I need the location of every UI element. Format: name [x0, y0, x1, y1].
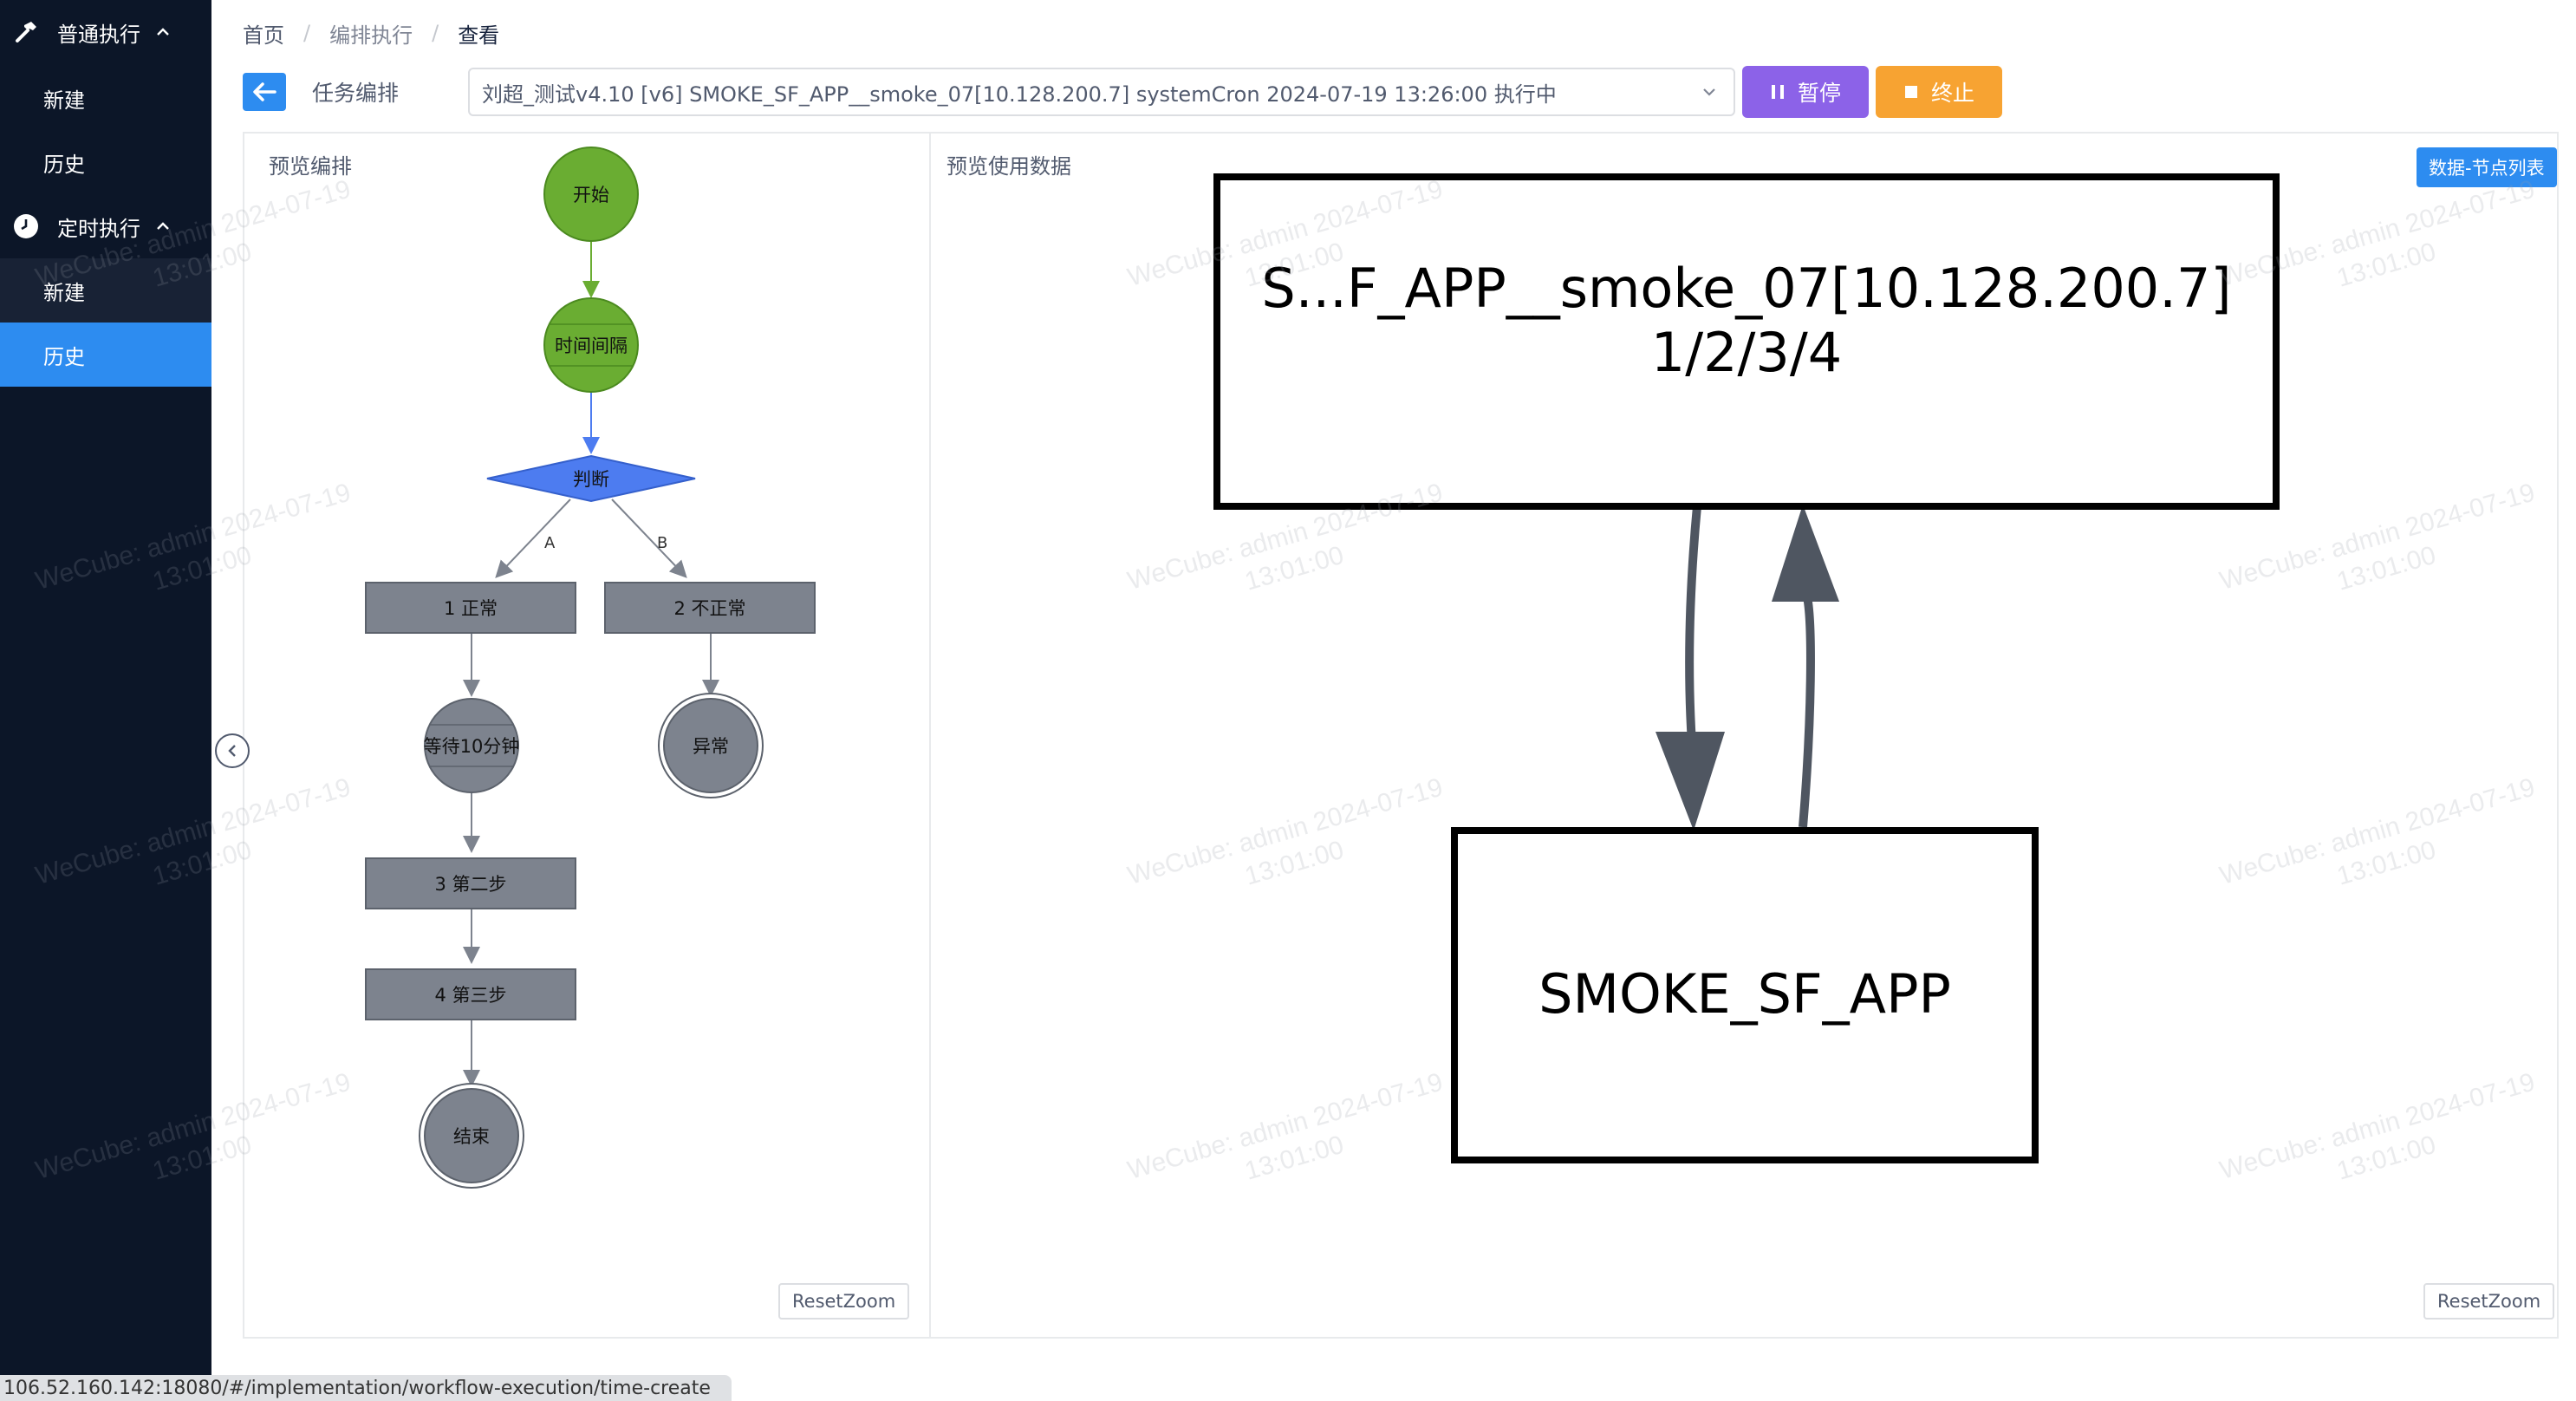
pause-button-label: 暂停: [1797, 81, 1841, 106]
flow-node-task1[interactable]: 1 正常: [365, 582, 576, 634]
sidebar-item-label: 历史: [43, 344, 85, 369]
pause-icon: [1771, 85, 1784, 99]
flow-node-error-end[interactable]: 异常: [658, 693, 764, 798]
task-orchestration-label: 任务编排: [312, 81, 400, 106]
stop-button[interactable]: 终止: [1876, 66, 2002, 118]
right-reset-zoom-button[interactable]: ResetZoom: [2423, 1283, 2555, 1320]
sidebar-item-normal-new[interactable]: 新建: [0, 66, 211, 130]
flow-node-end[interactable]: 结束: [419, 1083, 524, 1189]
breadcrumb-separator: /: [303, 21, 311, 45]
app-page: 普通执行 新建 历史 定时执行 新建 历史 首页 / 编排执行 / 查看 任务编…: [0, 0, 2576, 1401]
back-button[interactable]: [243, 73, 286, 111]
sidebar-item-label: 新建: [43, 280, 85, 305]
graph-node-instance[interactable]: S...F_APP__smoke_07[10.128.200.7] 1/2/3/…: [1213, 173, 2280, 510]
clock-icon: [14, 214, 38, 238]
flow-node-start[interactable]: 开始: [543, 147, 639, 242]
sidebar-item-timed-history[interactable]: 历史: [0, 323, 211, 387]
breadcrumb-separator: /: [432, 21, 439, 45]
chevron-up-icon: [157, 222, 169, 230]
chevron-left-icon: [228, 745, 236, 757]
left-reset-zoom-button[interactable]: ResetZoom: [778, 1283, 910, 1320]
flow-node-task2[interactable]: 2 不正常: [604, 582, 816, 634]
breadcrumb-current: 查看: [458, 23, 500, 48]
graph-node-label: 1/2/3/4: [1651, 321, 1842, 384]
flow-node-wait[interactable]: 等待10分钟: [424, 698, 520, 793]
graph-arrowhead-down: [1656, 732, 1725, 831]
flow-diagram[interactable]: A B 开始 时间间隔 判断 1 正常 2 不正常 等待10分钟 异常 3 第二…: [244, 134, 929, 1337]
flow-node-label: 等待10分钟: [424, 736, 520, 757]
graph-arrowhead-up: [1772, 505, 1839, 602]
sidebar-item-label: 历史: [43, 152, 85, 177]
flow-edge-a: [495, 498, 571, 578]
hammer-icon: [16, 22, 36, 42]
status-url-bar: 106.52.160.142:18080/#/implementation/wo…: [0, 1375, 732, 1401]
preview-panels: 预览编排 A B 开始 时间间隔 判断 1 正常 2 不正常 等待10分钟 异常…: [243, 132, 2559, 1339]
flow-node-label: 结束: [453, 1126, 490, 1147]
stop-button-label: 终止: [1930, 81, 1974, 106]
chevron-up-icon: [157, 28, 169, 36]
flow-node-label: 3 第二步: [434, 874, 506, 895]
graph-edge-down: [1685, 505, 1701, 767]
sidebar-item-normal-history[interactable]: 历史: [0, 130, 211, 194]
chevron-down-icon: [1703, 88, 1715, 96]
graph-edge-up: [1799, 591, 1815, 828]
sidebar-group-label: 普通执行: [57, 22, 140, 47]
flow-node-task4[interactable]: 4 第三步: [365, 968, 576, 1020]
flow-node-label: 异常: [693, 736, 729, 757]
task-select-value: 刘超_测试v4.10 [v6] SMOKE_SF_APP__smoke_07[1…: [482, 81, 1557, 107]
breadcrumb: 首页 / 编排执行 / 查看: [243, 17, 499, 49]
flow-node-decision[interactable]: 判断: [486, 454, 696, 503]
flow-node-label: 2 不正常: [673, 598, 745, 619]
data-graph[interactable]: S...F_APP__smoke_07[10.128.200.7] 1/2/3/…: [931, 134, 2560, 1337]
task-select[interactable]: 刘超_测试v4.10 [v6] SMOKE_SF_APP__smoke_07[1…: [468, 68, 1735, 116]
flow-node-task3[interactable]: 3 第二步: [365, 857, 576, 909]
collapse-sidebar-button[interactable]: [215, 733, 250, 768]
sidebar: 普通执行 新建 历史 定时执行 新建 历史: [0, 0, 211, 1401]
flow-node-label: 判断: [573, 469, 609, 490]
branch-b-label: B: [657, 534, 667, 552]
sidebar-item-timed-new[interactable]: 新建: [0, 258, 211, 323]
breadcrumb-home[interactable]: 首页: [243, 18, 284, 49]
breadcrumb-orchestration[interactable]: 编排执行: [329, 18, 413, 49]
flow-node-timer[interactable]: 时间间隔: [543, 297, 639, 393]
graph-node-label: S...F_APP__smoke_07[10.128.200.7]: [1261, 257, 2231, 320]
flow-node-label: 时间间隔: [555, 336, 628, 356]
flow-edge-b: [611, 498, 687, 578]
flow-node-label: 开始: [573, 185, 609, 205]
flow-node-label: 4 第三步: [434, 985, 506, 1006]
graph-node-app[interactable]: SMOKE_SF_APP: [1451, 827, 2039, 1163]
sidebar-group-label: 定时执行: [57, 216, 140, 241]
arrow-left-icon: [253, 82, 276, 101]
sidebar-group-normal-exec[interactable]: 普通执行: [0, 0, 211, 64]
flow-node-label: 1 正常: [444, 598, 498, 619]
sidebar-group-timed-exec[interactable]: 定时执行: [0, 194, 211, 258]
pause-button[interactable]: 暂停: [1742, 66, 1869, 118]
stop-icon: [1904, 86, 1917, 98]
branch-a-label: A: [544, 534, 556, 552]
graph-node-label: SMOKE_SF_APP: [1538, 962, 1951, 1026]
sidebar-item-label: 新建: [43, 88, 85, 113]
